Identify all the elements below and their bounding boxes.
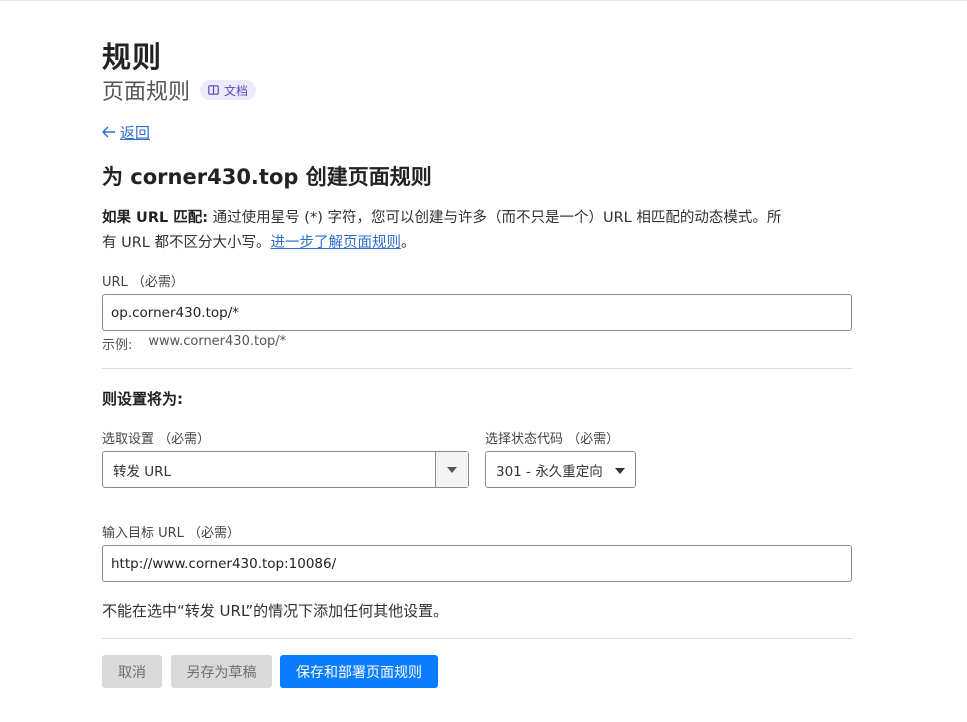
page-subtitle: 页面规则: [102, 80, 191, 105]
book-icon: [208, 85, 219, 95]
url-input-value: op.corner430.top/*: [111, 304, 240, 321]
target-url-input[interactable]: http://www.corner430.top:10086/: [102, 545, 852, 582]
status-code-value: 301 - 永久重定向: [496, 463, 603, 480]
caret-down-icon: [615, 462, 625, 478]
pick-setting-label: 选取设置 （必需）: [102, 432, 211, 447]
back-link[interactable]: 返回: [102, 122, 150, 143]
settings-section-title: 则设置将为:: [102, 390, 183, 408]
url-input[interactable]: op.corner430.top/*: [102, 294, 852, 331]
description-text-1: 通过使用星号 (*) 字符，您可以创建与许多（而不只是一个）URL 相匹配的动态…: [208, 210, 782, 226]
url-label: URL （必需）: [102, 275, 184, 290]
arrow-left-icon: [102, 124, 116, 142]
docs-badge-label: 文档: [224, 83, 249, 98]
form-heading: 为 corner430.top 创建页面规则: [102, 165, 432, 189]
top-divider: [0, 0, 967, 1]
docs-badge[interactable]: 文档: [200, 80, 257, 100]
save-draft-button[interactable]: 另存为草稿: [171, 655, 272, 688]
page-title: 规则: [102, 40, 163, 74]
example-value: www.corner430.top/*: [148, 334, 287, 349]
url-example-hint: 示例: www.corner430.top/*: [102, 334, 286, 353]
subtitle-row: 页面规则 文档: [102, 75, 257, 105]
back-link-label: 返回: [120, 124, 151, 142]
example-prefix: 示例:: [102, 338, 133, 353]
learn-more-link[interactable]: 进一步了解页面规则: [270, 235, 401, 251]
status-code-select[interactable]: 301 - 永久重定向: [485, 451, 636, 488]
description-bold: 如果 URL 匹配:: [102, 210, 209, 226]
description-end: 。: [400, 235, 416, 251]
chevron-down-icon[interactable]: [435, 452, 468, 487]
target-url-value: http://www.corner430.top:10086/: [111, 555, 337, 572]
target-url-label: 输入目标 URL （必需）: [102, 526, 241, 541]
section-divider: [102, 368, 852, 369]
save-deploy-button[interactable]: 保存和部署页面规则: [280, 655, 438, 688]
forward-url-note: 不能在选中“转发 URL”的情况下添加任何其他设置。: [102, 602, 449, 620]
status-code-label: 选择状态代码 （必需）: [485, 432, 620, 447]
url-match-description: 如果 URL 匹配: 通过使用星号 (*) 字符，您可以创建与许多（而不只是一个…: [102, 206, 852, 256]
pick-setting-select[interactable]: 转发 URL: [102, 451, 469, 488]
pick-setting-value: 转发 URL: [113, 463, 172, 480]
cancel-button[interactable]: 取消: [102, 655, 162, 688]
footer-divider: [102, 638, 852, 639]
description-text-2: 有 URL 都不区分大小写。: [102, 235, 271, 251]
